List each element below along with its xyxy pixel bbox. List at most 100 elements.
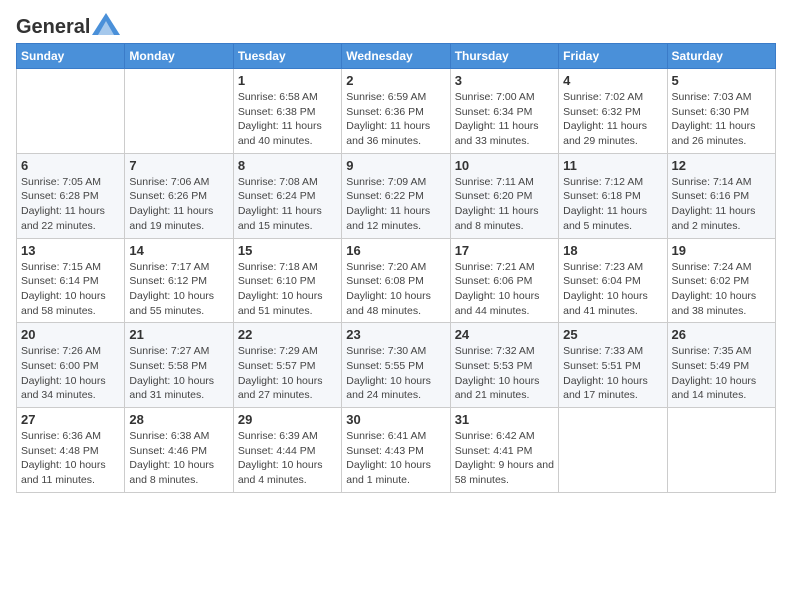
calendar-cell: 7 Sunrise: 7:06 AM Sunset: 6:26 PM Daylig… bbox=[125, 153, 233, 238]
calendar-cell bbox=[17, 69, 125, 154]
day-info: Sunrise: 7:11 AM Sunset: 6:20 PM Dayligh… bbox=[455, 175, 554, 234]
calendar-cell: 1 Sunrise: 6:58 AM Sunset: 6:38 PM Daylig… bbox=[233, 69, 341, 154]
day-number: 3 bbox=[455, 73, 554, 88]
day-info: Sunrise: 7:30 AM Sunset: 5:55 PM Dayligh… bbox=[346, 344, 445, 403]
day-number: 4 bbox=[563, 73, 662, 88]
logo-general: General bbox=[16, 16, 90, 39]
day-number: 11 bbox=[563, 158, 662, 173]
calendar-cell: 5 Sunrise: 7:03 AM Sunset: 6:30 PM Daylig… bbox=[667, 69, 775, 154]
day-number: 8 bbox=[238, 158, 337, 173]
day-info: Sunrise: 7:02 AM Sunset: 6:32 PM Dayligh… bbox=[563, 90, 662, 149]
day-info: Sunrise: 7:24 AM Sunset: 6:02 PM Dayligh… bbox=[672, 260, 771, 319]
day-number: 23 bbox=[346, 327, 445, 342]
calendar-cell: 29 Sunrise: 6:39 AM Sunset: 4:44 PM Dayli… bbox=[233, 408, 341, 493]
day-info: Sunrise: 6:41 AM Sunset: 4:43 PM Dayligh… bbox=[346, 429, 445, 488]
day-number: 2 bbox=[346, 73, 445, 88]
day-info: Sunrise: 6:39 AM Sunset: 4:44 PM Dayligh… bbox=[238, 429, 337, 488]
calendar-cell bbox=[559, 408, 667, 493]
day-number: 27 bbox=[21, 412, 120, 427]
calendar-cell: 19 Sunrise: 7:24 AM Sunset: 6:02 PM Dayli… bbox=[667, 238, 775, 323]
day-number: 13 bbox=[21, 243, 120, 258]
calendar-cell: 10 Sunrise: 7:11 AM Sunset: 6:20 PM Dayli… bbox=[450, 153, 558, 238]
weekday-header: Tuesday bbox=[233, 44, 341, 69]
day-number: 7 bbox=[129, 158, 228, 173]
calendar-cell: 22Sunrise: 7:29 AM Sunset: 5:57 PM Dayli… bbox=[233, 323, 341, 408]
day-number: 30 bbox=[346, 412, 445, 427]
calendar-cell bbox=[125, 69, 233, 154]
day-info: Sunrise: 7:05 AM Sunset: 6:28 PM Dayligh… bbox=[21, 175, 120, 234]
page-header: General bbox=[16, 16, 776, 33]
calendar-header-row: SundayMondayTuesdayWednesdayThursdayFrid… bbox=[17, 44, 776, 69]
day-number: 16 bbox=[346, 243, 445, 258]
day-number: 19 bbox=[672, 243, 771, 258]
day-number: 9 bbox=[346, 158, 445, 173]
day-info: Sunrise: 7:32 AM Sunset: 5:53 PM Dayligh… bbox=[455, 344, 554, 403]
calendar-cell: 28 Sunrise: 6:38 AM Sunset: 4:46 PM Dayli… bbox=[125, 408, 233, 493]
day-info: Sunrise: 7:06 AM Sunset: 6:26 PM Dayligh… bbox=[129, 175, 228, 234]
day-number: 20 bbox=[21, 327, 120, 342]
day-info: Sunrise: 7:09 AM Sunset: 6:22 PM Dayligh… bbox=[346, 175, 445, 234]
calendar-cell: 31 Sunrise: 6:42 AM Sunset: 4:41 PM Dayli… bbox=[450, 408, 558, 493]
logo-icon bbox=[92, 13, 120, 35]
day-number: 28 bbox=[129, 412, 228, 427]
calendar-week-row: 20 Sunrise: 7:26 AM Sunset: 6:00 PM Dayli… bbox=[17, 323, 776, 408]
day-info: Sunrise: 6:42 AM Sunset: 4:41 PM Dayligh… bbox=[455, 429, 554, 488]
day-number: 6 bbox=[21, 158, 120, 173]
day-number: 5 bbox=[672, 73, 771, 88]
day-info: Sunrise: 7:15 AM Sunset: 6:14 PM Dayligh… bbox=[21, 260, 120, 319]
calendar-cell: 27 Sunrise: 6:36 AM Sunset: 4:48 PM Dayli… bbox=[17, 408, 125, 493]
calendar-cell: 20 Sunrise: 7:26 AM Sunset: 6:00 PM Dayli… bbox=[17, 323, 125, 408]
day-info: Sunrise: 6:36 AM Sunset: 4:48 PM Dayligh… bbox=[21, 429, 120, 488]
day-number: 31 bbox=[455, 412, 554, 427]
calendar-cell: 8 Sunrise: 7:08 AM Sunset: 6:24 PM Daylig… bbox=[233, 153, 341, 238]
day-number: 21 bbox=[129, 327, 228, 342]
weekday-header: Sunday bbox=[17, 44, 125, 69]
day-info: Sunrise: 7:26 AM Sunset: 6:00 PM Dayligh… bbox=[21, 344, 120, 403]
calendar-cell: 15 Sunrise: 7:18 AM Sunset: 6:10 PM Dayli… bbox=[233, 238, 341, 323]
calendar-cell: 18Sunrise: 7:23 AM Sunset: 6:04 PM Dayli… bbox=[559, 238, 667, 323]
day-info: Sunrise: 7:29 AM Sunset: 5:57 PM Dayligh… bbox=[238, 344, 337, 403]
day-number: 12 bbox=[672, 158, 771, 173]
day-number: 14 bbox=[129, 243, 228, 258]
day-number: 1 bbox=[238, 73, 337, 88]
day-info: Sunrise: 7:35 AM Sunset: 5:49 PM Dayligh… bbox=[672, 344, 771, 403]
logo: General bbox=[16, 16, 120, 33]
day-info: Sunrise: 7:18 AM Sunset: 6:10 PM Dayligh… bbox=[238, 260, 337, 319]
day-info: Sunrise: 7:03 AM Sunset: 6:30 PM Dayligh… bbox=[672, 90, 771, 149]
calendar-cell: 3 Sunrise: 7:00 AM Sunset: 6:34 PM Daylig… bbox=[450, 69, 558, 154]
calendar-cell: 9 Sunrise: 7:09 AM Sunset: 6:22 PM Daylig… bbox=[342, 153, 450, 238]
day-number: 24 bbox=[455, 327, 554, 342]
day-number: 15 bbox=[238, 243, 337, 258]
weekday-header: Thursday bbox=[450, 44, 558, 69]
day-info: Sunrise: 6:58 AM Sunset: 6:38 PM Dayligh… bbox=[238, 90, 337, 149]
calendar-cell: 2 Sunrise: 6:59 AM Sunset: 6:36 PM Daylig… bbox=[342, 69, 450, 154]
calendar-cell: 26Sunrise: 7:35 AM Sunset: 5:49 PM Dayli… bbox=[667, 323, 775, 408]
day-info: Sunrise: 7:00 AM Sunset: 6:34 PM Dayligh… bbox=[455, 90, 554, 149]
weekday-header: Saturday bbox=[667, 44, 775, 69]
day-number: 25 bbox=[563, 327, 662, 342]
day-info: Sunrise: 7:33 AM Sunset: 5:51 PM Dayligh… bbox=[563, 344, 662, 403]
day-info: Sunrise: 7:21 AM Sunset: 6:06 PM Dayligh… bbox=[455, 260, 554, 319]
calendar-cell: 24 Sunrise: 7:32 AM Sunset: 5:53 PM Dayli… bbox=[450, 323, 558, 408]
day-info: Sunrise: 7:08 AM Sunset: 6:24 PM Dayligh… bbox=[238, 175, 337, 234]
calendar-cell: 23 Sunrise: 7:30 AM Sunset: 5:55 PM Dayli… bbox=[342, 323, 450, 408]
weekday-header: Wednesday bbox=[342, 44, 450, 69]
calendar-cell: 16Sunrise: 7:20 AM Sunset: 6:08 PM Dayli… bbox=[342, 238, 450, 323]
day-info: Sunrise: 7:27 AM Sunset: 5:58 PM Dayligh… bbox=[129, 344, 228, 403]
day-info: Sunrise: 6:59 AM Sunset: 6:36 PM Dayligh… bbox=[346, 90, 445, 149]
calendar-cell: 6 Sunrise: 7:05 AM Sunset: 6:28 PM Daylig… bbox=[17, 153, 125, 238]
day-info: Sunrise: 7:12 AM Sunset: 6:18 PM Dayligh… bbox=[563, 175, 662, 234]
calendar-week-row: 1 Sunrise: 6:58 AM Sunset: 6:38 PM Daylig… bbox=[17, 69, 776, 154]
calendar-cell: 21 Sunrise: 7:27 AM Sunset: 5:58 PM Dayli… bbox=[125, 323, 233, 408]
day-info: Sunrise: 6:38 AM Sunset: 4:46 PM Dayligh… bbox=[129, 429, 228, 488]
calendar-cell: 4 Sunrise: 7:02 AM Sunset: 6:32 PM Daylig… bbox=[559, 69, 667, 154]
calendar-cell: 30 Sunrise: 6:41 AM Sunset: 4:43 PM Dayli… bbox=[342, 408, 450, 493]
day-number: 10 bbox=[455, 158, 554, 173]
weekday-header: Friday bbox=[559, 44, 667, 69]
calendar-cell: 12 Sunrise: 7:14 AM Sunset: 6:16 PM Dayli… bbox=[667, 153, 775, 238]
calendar-table: SundayMondayTuesdayWednesdayThursdayFrid… bbox=[16, 43, 776, 493]
calendar-cell: 25 Sunrise: 7:33 AM Sunset: 5:51 PM Dayli… bbox=[559, 323, 667, 408]
day-number: 29 bbox=[238, 412, 337, 427]
day-info: Sunrise: 7:14 AM Sunset: 6:16 PM Dayligh… bbox=[672, 175, 771, 234]
day-info: Sunrise: 7:17 AM Sunset: 6:12 PM Dayligh… bbox=[129, 260, 228, 319]
